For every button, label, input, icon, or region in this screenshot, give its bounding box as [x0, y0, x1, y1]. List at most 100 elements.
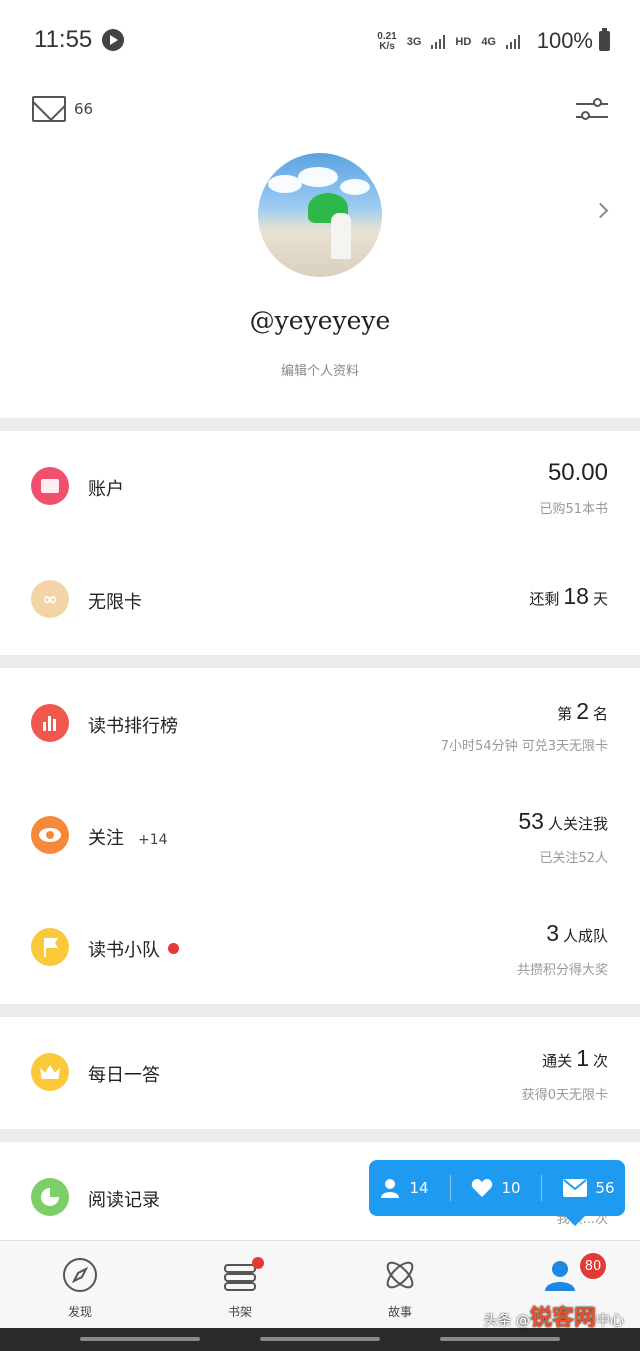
- notification-popup[interactable]: 14 10 56: [369, 1160, 625, 1226]
- reading-team-label: 读书小队: [88, 936, 179, 962]
- tab-bookshelf[interactable]: 书架: [160, 1241, 320, 1329]
- status-bar: 11:55 0.21 K/s 3G HD 4G 100%: [0, 0, 640, 80]
- eye-icon: [31, 816, 69, 854]
- tab-bookshelf-label: 书架: [227, 1305, 252, 1319]
- unlimited-days: 18: [563, 583, 589, 609]
- reading-team-label-text: 读书小队: [88, 940, 160, 961]
- unlimited-card-label: 无限卡: [88, 592, 142, 613]
- tab-discover[interactable]: 发现: [0, 1241, 160, 1329]
- tab-stories[interactable]: 故事: [320, 1241, 480, 1329]
- battery-status: 100%: [537, 28, 610, 54]
- daily-quiz-prefix: 通关: [542, 1052, 573, 1070]
- popup-separator: [449, 1175, 451, 1201]
- watermark: 头条 @锐客网中心: [484, 1300, 624, 1332]
- ranking-label: 读书排行榜: [88, 716, 178, 737]
- popup-messages-count: 56: [595, 1179, 615, 1197]
- ranking-value: 2: [576, 698, 589, 724]
- mail-button[interactable]: 66: [32, 96, 93, 122]
- watermark-brand: 锐客网: [529, 1306, 596, 1331]
- flag-icon: [31, 928, 69, 966]
- heart-icon: [472, 1179, 493, 1197]
- follow-row[interactable]: 关注 +14 53 人关注我 已关注52人: [0, 780, 640, 892]
- followers-suffix: 人关注我: [547, 815, 608, 833]
- follow-label-text: 关注: [88, 828, 124, 849]
- hd-label: HD: [455, 36, 472, 48]
- ranking-reading-time: 7小时54分钟 可兑3天无限卡: [440, 739, 608, 754]
- new-indicator-dot: [168, 943, 179, 954]
- ranking-row[interactable]: 读书排行榜 第2名 7小时54分钟 可兑3天无限卡: [0, 668, 640, 780]
- team-size-value: 3: [546, 920, 559, 946]
- team-size: 3 人成队: [542, 920, 608, 947]
- nav-recents-handle[interactable]: [440, 1337, 560, 1341]
- chevron-right-icon[interactable]: [592, 202, 609, 219]
- following-count: 已关注52人: [539, 851, 608, 866]
- watermark-prefix: 头条 @: [483, 1313, 530, 1329]
- compass-icon: [63, 1258, 97, 1292]
- team-size-suffix: 人成队: [562, 927, 608, 945]
- popup-followers[interactable]: 14: [379, 1177, 429, 1199]
- status-time: 11:55: [34, 26, 93, 53]
- person-icon: [381, 1179, 400, 1198]
- bar-chart-icon: [31, 704, 69, 742]
- pie-chart-icon: [31, 1178, 69, 1216]
- tab-discover-label: 发现: [67, 1305, 92, 1319]
- wallet-icon: [31, 467, 69, 505]
- edit-profile-link[interactable]: 编辑个人资料: [0, 360, 640, 379]
- section-divider: [0, 655, 640, 668]
- net-speed-unit: K/s: [379, 41, 395, 52]
- status-indicators: 0.21 K/s 3G HD 4G: [377, 30, 520, 54]
- settings-icon[interactable]: [576, 96, 608, 124]
- net-speed: 0.21 K/s: [377, 32, 396, 52]
- account-purchased: 已购51本书: [539, 502, 608, 517]
- followers-count: 53 人关注我: [514, 808, 608, 835]
- followers-value: 53: [518, 808, 544, 834]
- popup-likes-count: 10: [501, 1179, 521, 1197]
- network-4g-label: 4G: [481, 36, 496, 48]
- watermark-suffix: 中心: [596, 1313, 624, 1329]
- account-balance: 50.00: [547, 459, 608, 486]
- unlimited-card-row[interactable]: ∞ 无限卡 还剩 18 天: [0, 543, 640, 655]
- mail-icon: [32, 96, 66, 122]
- nav-back-handle[interactable]: [80, 1337, 200, 1341]
- ranking-position: 第2名: [557, 698, 608, 725]
- daily-quiz-row[interactable]: 每日一答 通关 1 次 获得0天无限卡: [0, 1017, 640, 1129]
- bookshelf-update-dot: [252, 1257, 264, 1269]
- unlimited-suffix: 天: [592, 590, 608, 608]
- me-notification-badge: 80: [578, 1251, 608, 1281]
- popup-messages[interactable]: 56: [563, 1179, 615, 1197]
- daily-quiz-label: 每日一答: [88, 1065, 160, 1086]
- account-row[interactable]: 账户 50.00 已购51本书: [0, 431, 640, 543]
- section-divider: [0, 1129, 640, 1142]
- unlimited-days-remaining: 还剩 18 天: [529, 583, 608, 610]
- section-divider: [0, 1004, 640, 1017]
- account-label: 账户: [88, 479, 124, 500]
- follow-label: 关注 +14: [88, 824, 168, 850]
- orbit-icon: [386, 1261, 414, 1289]
- notification-icon: [102, 29, 124, 51]
- profile-icon: [545, 1261, 575, 1291]
- popup-followers-count: 14: [409, 1179, 429, 1197]
- daily-quiz-suffix: 次: [592, 1052, 608, 1070]
- nav-home-handle[interactable]: [260, 1337, 380, 1341]
- team-reward-text: 共攒积分得大奖: [516, 963, 608, 978]
- popup-separator: [541, 1175, 543, 1201]
- daily-quiz-passed: 通关 1 次: [542, 1045, 608, 1072]
- unlimited-prefix: 还剩: [529, 590, 560, 608]
- signal-icon: [506, 35, 520, 49]
- mail-count: 66: [74, 100, 94, 118]
- reading-team-row[interactable]: 读书小队 3 人成队 共攒积分得大奖: [0, 892, 640, 1004]
- section-divider: [0, 418, 640, 431]
- infinity-icon: ∞: [31, 580, 69, 618]
- network-3g-label: 3G: [406, 36, 422, 48]
- crown-icon: [31, 1053, 69, 1091]
- reading-history-label: 阅读记录: [88, 1190, 160, 1211]
- signal-icon: [431, 35, 446, 49]
- username: @yeyeyeye: [249, 306, 391, 335]
- daily-quiz-value: 1: [576, 1045, 589, 1071]
- tab-stories-label: 故事: [387, 1305, 412, 1319]
- battery-icon: [599, 28, 610, 51]
- battery-percent: 100%: [536, 28, 593, 53]
- follow-new-count: +14: [138, 832, 168, 848]
- popup-likes[interactable]: 10: [471, 1178, 521, 1198]
- avatar[interactable]: [258, 153, 382, 277]
